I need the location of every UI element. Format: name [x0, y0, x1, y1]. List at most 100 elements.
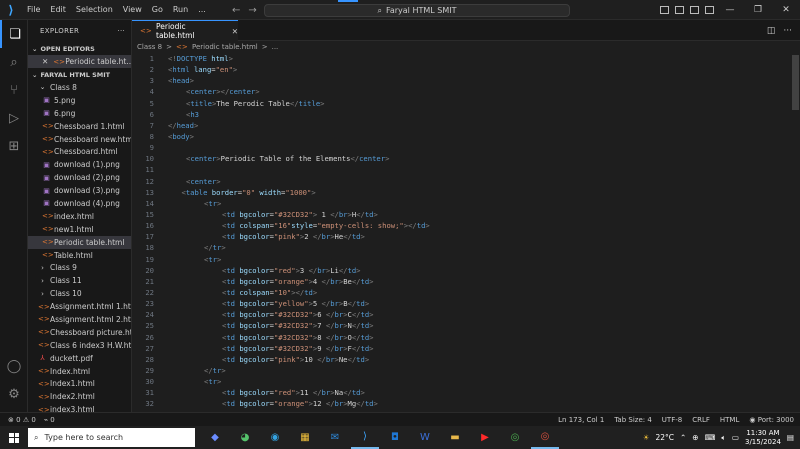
code-line[interactable]: 10 <center>Periodic Table of the Elements…: [132, 153, 790, 164]
battery-icon[interactable]: ▭: [732, 433, 739, 442]
menu-go[interactable]: Go: [147, 0, 168, 20]
command-center[interactable]: ⌕ Faryal HTML SMIT: [264, 4, 570, 17]
settings-gear-icon[interactable]: ⚙: [0, 380, 28, 408]
file-item[interactable]: <> Chessboard.html: [28, 145, 131, 158]
code-line[interactable]: 15 <td bgcolor="#32CD32"> 1 </br>H</td>: [132, 209, 790, 220]
outlook-icon[interactable]: ◘: [381, 426, 409, 449]
taskbar-search[interactable]: ⌕ Type here to search: [28, 428, 195, 447]
widgets-icon[interactable]: ◆: [201, 426, 229, 449]
menu-file[interactable]: File: [22, 0, 45, 20]
search-view-icon[interactable]: ⌕: [0, 48, 28, 76]
microsoft-store-icon[interactable]: ▦: [291, 426, 319, 449]
file-item[interactable]: <> Assignment.html 2.ht...: [28, 313, 131, 326]
ports-indicator[interactable]: ⌁ 0: [44, 416, 55, 424]
code-line[interactable]: 13 <table border="0" width="1000">: [132, 187, 790, 198]
file-item[interactable]: ▣ 5.png: [28, 94, 131, 107]
file-item[interactable]: ⅄ duckett.pdf: [28, 352, 131, 365]
toggle-secondary-sidebar-icon[interactable]: [690, 6, 699, 14]
notifications-icon[interactable]: ▤: [787, 433, 794, 442]
tab-size[interactable]: Tab Size: 4: [614, 416, 651, 424]
folder-item[interactable]: ⌄ Class 8: [28, 81, 131, 94]
open-editors-section[interactable]: ⌄ OPEN EDITORS: [28, 42, 131, 55]
restore-icon[interactable]: ❐: [744, 0, 772, 20]
code-line[interactable]: 8 <body>: [132, 131, 790, 142]
word-icon[interactable]: W: [411, 426, 439, 449]
menu-more[interactable]: ...: [193, 0, 211, 20]
encoding[interactable]: UTF-8: [662, 416, 682, 424]
more-actions-icon[interactable]: ···: [117, 27, 125, 35]
code-line[interactable]: 26 <td bgcolor="#32CD32">8 </br>O</td>: [132, 332, 790, 343]
mail-icon[interactable]: ✉: [321, 426, 349, 449]
file-item[interactable]: ▣ download (2).png: [28, 171, 131, 184]
code-line[interactable]: 16 <td colspan="16"style="empty-cells: sh…: [132, 220, 790, 231]
close-editor-icon[interactable]: ✕: [42, 57, 48, 66]
file-item[interactable]: <> Assignment.html 1.ht...: [28, 300, 131, 313]
chrome-icon[interactable]: ◎: [501, 426, 529, 449]
code-line[interactable]: 30 <tr>: [132, 376, 790, 387]
temperature[interactable]: 22°C: [655, 433, 674, 442]
close-icon[interactable]: ✕: [772, 0, 800, 20]
customize-layout-icon[interactable]: [705, 6, 714, 14]
start-button[interactable]: [0, 426, 28, 449]
scrollbar-thumb[interactable]: [792, 55, 799, 110]
menu-selection[interactable]: Selection: [71, 0, 118, 20]
folder-item[interactable]: › Class 9: [28, 261, 131, 274]
run-debug-icon[interactable]: ▷: [0, 104, 28, 132]
code-line[interactable]: 31 <td bgcolor="red">11 </br>Na</td>: [132, 387, 790, 398]
language-mode[interactable]: HTML: [720, 416, 739, 424]
code-line[interactable]: 27 <td bgcolor="#32CD32">9 </br>F</td>: [132, 343, 790, 354]
code-line[interactable]: 11: [132, 164, 790, 175]
code-line[interactable]: 25 <td bgcolor="#32CD32">7 </br>N</td>: [132, 320, 790, 331]
extensions-icon[interactable]: ⊞: [0, 132, 28, 160]
file-item[interactable]: ▣ download (1).png: [28, 158, 131, 171]
file-item[interactable]: <> Index2.html: [28, 390, 131, 403]
code-line[interactable]: 5 <title>The Perodic Table</title>: [132, 98, 790, 109]
file-item[interactable]: <> index.html: [28, 210, 131, 223]
file-item[interactable]: ▣ download (4).png: [28, 197, 131, 210]
forward-arrow-icon[interactable]: →: [248, 5, 256, 16]
code-editor[interactable]: 1 <!DOCTYPE html> 2 <html lang="en"> 3 <head>…: [132, 53, 790, 412]
file-item[interactable]: <> Chessboard picture.ht...: [28, 326, 131, 339]
workspace-section[interactable]: ⌄ FARYAL HTML SMIT: [28, 68, 131, 81]
folder-item[interactable]: › Class 11: [28, 274, 131, 287]
code-line[interactable]: 18 </tr>: [132, 242, 790, 253]
file-item[interactable]: <> Index.html: [28, 365, 131, 378]
minimize-icon[interactable]: —: [716, 0, 744, 20]
file-explorer-icon[interactable]: ▬: [441, 426, 469, 449]
code-line[interactable]: 21 <td bgcolor="orange">4 </br>Be</td>: [132, 276, 790, 287]
breadcrumb-symbol[interactable]: ...: [272, 43, 279, 51]
edge-browser-icon[interactable]: ◉: [261, 426, 289, 449]
chat-icon[interactable]: ◕: [231, 426, 259, 449]
split-editor-icon[interactable]: ◫: [767, 26, 776, 36]
code-line[interactable]: 2 <html lang="en">: [132, 64, 790, 75]
toggle-panel-icon[interactable]: [675, 6, 684, 14]
menu-edit[interactable]: Edit: [45, 0, 71, 20]
menu-run[interactable]: Run: [168, 0, 193, 20]
code-line[interactable]: 17 <td bgcolor="pink">2 </br>He</td>: [132, 231, 790, 242]
code-line[interactable]: 12 <center>: [132, 176, 790, 187]
code-line[interactable]: 9: [132, 142, 790, 153]
code-line[interactable]: 28 <td bgcolor="pink">10 </br>Ne</td>: [132, 354, 790, 365]
file-item[interactable]: <> Periodic table.html: [28, 235, 131, 249]
code-line[interactable]: 3 <head>: [132, 75, 790, 86]
account-icon[interactable]: ◯: [0, 352, 28, 380]
code-line[interactable]: 32 <td bgcolor="orange">12 </br>Mg</td>: [132, 398, 790, 409]
code-line[interactable]: 22 <td colspan="10"></td>: [132, 287, 790, 298]
weather-icon[interactable]: ☀: [643, 433, 650, 442]
problems-indicator[interactable]: ⊗ 0 ⚠ 0: [8, 416, 36, 424]
explorer-icon[interactable]: ❏: [0, 20, 28, 48]
menu-view[interactable]: View: [118, 0, 147, 20]
end-of-line[interactable]: CRLF: [692, 416, 710, 424]
file-item[interactable]: ▣ download (3).png: [28, 184, 131, 197]
code-line[interactable]: 6 <h3: [132, 109, 790, 120]
breadcrumb-folder[interactable]: Class 8: [137, 43, 162, 51]
folder-item[interactable]: › Class 10: [28, 287, 131, 300]
file-item[interactable]: <> index3.html: [28, 403, 131, 412]
source-control-icon[interactable]: ⑂: [0, 76, 28, 104]
close-tab-icon[interactable]: ✕: [232, 27, 238, 36]
file-item[interactable]: <> Index1.html: [28, 377, 131, 390]
code-line[interactable]: 20 <td bgcolor="red">3 </br>Li</td>: [132, 265, 790, 276]
clock[interactable]: 11:30 AM 3/15/2024: [745, 429, 781, 447]
chevron-up-icon[interactable]: ⌃: [680, 433, 686, 442]
code-line[interactable]: 29 </tr>: [132, 365, 790, 376]
